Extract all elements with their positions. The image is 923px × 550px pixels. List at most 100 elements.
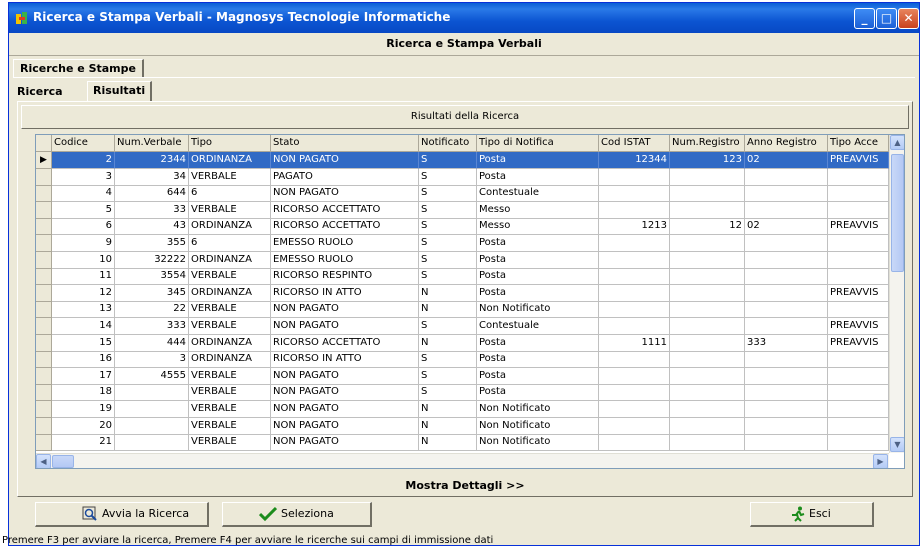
- table-cell[interactable]: S: [419, 384, 477, 402]
- table-cell[interactable]: N: [419, 301, 477, 319]
- table-cell[interactable]: [828, 168, 889, 186]
- table-cell[interactable]: [115, 401, 189, 418]
- minimize-button[interactable]: _: [854, 8, 875, 29]
- table-cell[interactable]: NON PAGATO: [271, 185, 419, 203]
- row-indicator[interactable]: [36, 351, 52, 369]
- table-cell[interactable]: ORDINANZA: [189, 251, 271, 269]
- table-cell[interactable]: 13: [52, 301, 115, 319]
- table-cell[interactable]: 10: [52, 251, 115, 269]
- row-indicator[interactable]: [36, 417, 52, 435]
- table-cell[interactable]: [828, 201, 889, 219]
- table-cell[interactable]: 21: [52, 434, 115, 452]
- table-cell[interactable]: [745, 185, 828, 203]
- table-cell[interactable]: 355: [115, 235, 189, 252]
- table-cell[interactable]: NON PAGATO: [271, 152, 419, 169]
- table-cell[interactable]: [115, 417, 189, 435]
- table-cell[interactable]: [745, 384, 828, 402]
- table-cell[interactable]: Non Notificato: [477, 417, 599, 435]
- table-cell[interactable]: Contestuale: [477, 318, 599, 335]
- table-cell[interactable]: [828, 185, 889, 203]
- row-indicator[interactable]: [36, 434, 52, 452]
- table-cell[interactable]: PREAVVIS: [828, 218, 889, 236]
- table-cell[interactable]: NON PAGATO: [271, 434, 419, 452]
- table-cell[interactable]: [670, 268, 745, 286]
- column-header[interactable]: Tipo Acce: [828, 135, 889, 152]
- row-indicator[interactable]: [36, 367, 52, 385]
- horizontal-scrollbar[interactable]: ◀ ▶: [36, 453, 889, 468]
- table-cell[interactable]: ORDINANZA: [189, 218, 271, 236]
- table-cell[interactable]: Posta: [477, 284, 599, 302]
- table-cell[interactable]: 123: [670, 152, 745, 169]
- column-header[interactable]: Cod ISTAT: [599, 135, 670, 152]
- table-cell[interactable]: [670, 201, 745, 219]
- table-cell[interactable]: [599, 284, 670, 302]
- table-cell[interactable]: 14: [52, 318, 115, 335]
- table-cell[interactable]: NON PAGATO: [271, 318, 419, 335]
- select-button[interactable]: Seleziona: [222, 502, 372, 527]
- row-indicator[interactable]: [36, 235, 52, 252]
- table-cell[interactable]: 1213: [599, 218, 670, 236]
- table-cell[interactable]: [599, 367, 670, 385]
- row-indicator[interactable]: [36, 401, 52, 418]
- table-cell[interactable]: 4555: [115, 367, 189, 385]
- table-cell[interactable]: N: [419, 334, 477, 352]
- row-indicator[interactable]: [36, 168, 52, 186]
- table-cell[interactable]: S: [419, 218, 477, 236]
- row-indicator[interactable]: [36, 318, 52, 335]
- table-cell[interactable]: RICORSO IN ATTO: [271, 351, 419, 369]
- table-cell[interactable]: 5: [52, 201, 115, 219]
- table-cell[interactable]: 12344: [599, 152, 670, 169]
- table-cell[interactable]: RICORSO RESPINTO: [271, 268, 419, 286]
- table-cell[interactable]: [828, 417, 889, 435]
- table-cell[interactable]: [599, 301, 670, 319]
- column-header[interactable]: Anno Registro: [745, 135, 828, 152]
- table-cell[interactable]: [599, 201, 670, 219]
- table-cell[interactable]: S: [419, 152, 477, 169]
- table-cell[interactable]: VERBALE: [189, 384, 271, 402]
- table-cell[interactable]: 1111: [599, 334, 670, 352]
- table-cell[interactable]: [670, 384, 745, 402]
- table-cell[interactable]: RICORSO ACCETTATO: [271, 334, 419, 352]
- table-cell[interactable]: [828, 235, 889, 252]
- table-cell[interactable]: S: [419, 367, 477, 385]
- table-cell[interactable]: [670, 351, 745, 369]
- table-cell[interactable]: [670, 185, 745, 203]
- table-cell[interactable]: PREAVVIS: [828, 152, 889, 169]
- column-header[interactable]: Tipo di Notifica: [477, 135, 599, 152]
- table-cell[interactable]: 16: [52, 351, 115, 369]
- table-cell[interactable]: [599, 318, 670, 335]
- table-cell[interactable]: PREAVVIS: [828, 284, 889, 302]
- table-cell[interactable]: 43: [115, 218, 189, 236]
- table-cell[interactable]: VERBALE: [189, 367, 271, 385]
- scroll-right-icon[interactable]: ▶: [873, 454, 888, 468]
- horizontal-scroll-thumb[interactable]: [52, 455, 74, 468]
- tab-ricerca[interactable]: Ricerca: [13, 84, 67, 100]
- table-cell[interactable]: NON PAGATO: [271, 401, 419, 418]
- table-cell[interactable]: S: [419, 318, 477, 335]
- table-cell[interactable]: Non Notificato: [477, 434, 599, 452]
- table-cell[interactable]: [745, 201, 828, 219]
- table-cell[interactable]: VERBALE: [189, 201, 271, 219]
- maximize-button[interactable]: □: [876, 8, 897, 29]
- table-cell[interactable]: Non Notificato: [477, 301, 599, 319]
- table-cell[interactable]: [115, 434, 189, 452]
- table-cell[interactable]: PAGATO: [271, 168, 419, 186]
- table-cell[interactable]: 17: [52, 367, 115, 385]
- table-cell[interactable]: [745, 235, 828, 252]
- row-indicator[interactable]: [36, 251, 52, 269]
- table-cell[interactable]: 12: [52, 284, 115, 302]
- table-cell[interactable]: [828, 301, 889, 319]
- scroll-up-icon[interactable]: ▲: [890, 135, 904, 150]
- table-cell[interactable]: N: [419, 284, 477, 302]
- table-cell[interactable]: [828, 367, 889, 385]
- table-cell[interactable]: 3554: [115, 268, 189, 286]
- table-cell[interactable]: [745, 268, 828, 286]
- table-cell[interactable]: 34: [115, 168, 189, 186]
- table-cell[interactable]: [745, 401, 828, 418]
- table-cell[interactable]: S: [419, 351, 477, 369]
- table-cell[interactable]: 644: [115, 185, 189, 203]
- scroll-down-icon[interactable]: ▼: [890, 437, 904, 452]
- table-cell[interactable]: [828, 268, 889, 286]
- table-cell[interactable]: [745, 434, 828, 452]
- table-cell[interactable]: S: [419, 268, 477, 286]
